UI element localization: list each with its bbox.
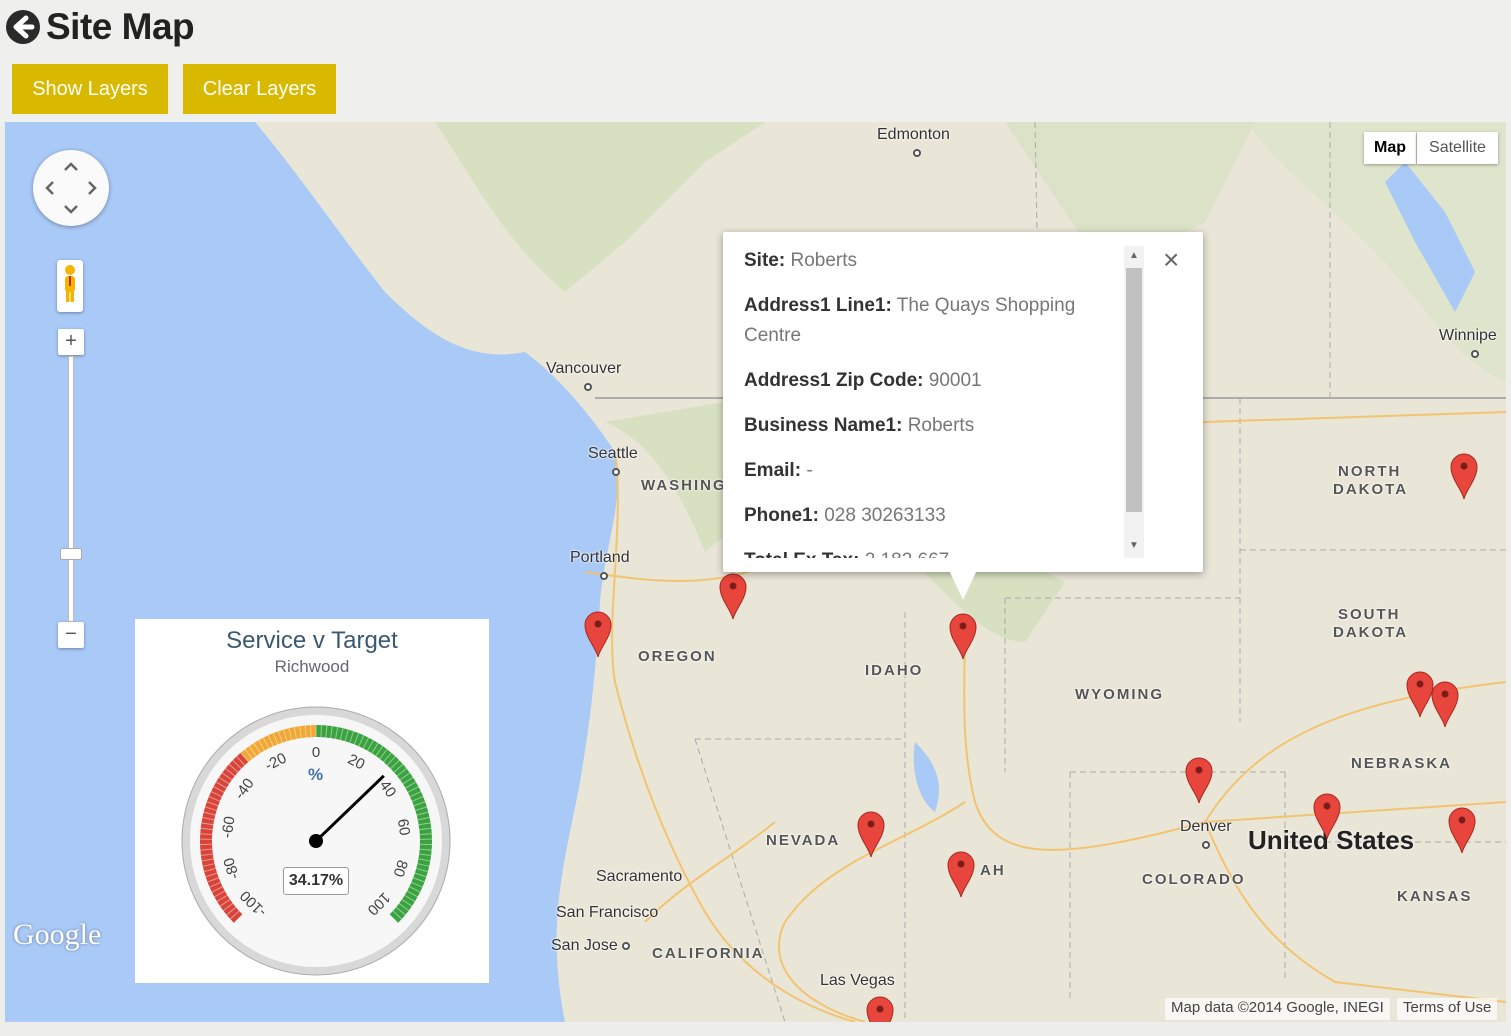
scroll-down-arrow-icon[interactable]: ▼ [1129,540,1139,551]
gauge-unit: % [308,765,324,784]
gauge-tick-label: 60 [394,818,413,837]
info-row-site: Site: Roberts [744,250,857,271]
gauge-pivot [309,834,323,848]
map-attribution: Map data ©2014 Google, INEGI [1165,998,1390,1020]
city-denver: Denver [1180,818,1232,854]
city-edmonton: Edmonton [877,126,950,162]
state-label-idaho: IDAHO [865,662,924,679]
city-san-jose: San Jose [551,937,631,955]
state-label-nebraska: NEBRASKA [1351,755,1453,772]
city-sacramento: Sacramento [596,868,683,885]
street-view-pegman-icon[interactable] [57,260,83,312]
pan-control[interactable] [33,150,109,226]
pan-arrows-icon [45,162,97,214]
clear-layers-button[interactable]: Clear Layers [183,64,336,114]
gauge-dial: -100-80-60-40-20 0 20406080100 [181,706,451,976]
map-marker[interactable] [1447,806,1477,854]
gauge-minor-tick [310,725,312,738]
city-san-francisco: San Francisco [556,904,659,921]
info-row-email: Email: - [744,460,813,481]
map-marker[interactable] [1430,680,1460,728]
state-label-utah: AH [980,862,1006,879]
scrollbar-thumb[interactable] [1126,268,1142,512]
info-row-zip-code: Address1 Zip Code: 90001 [744,370,982,391]
map-marker[interactable] [718,572,748,620]
map-marker[interactable] [583,610,613,658]
gauge-minor-tick [320,725,322,738]
show-layers-button[interactable]: Show Layers [12,64,168,114]
scroll-up-arrow-icon[interactable]: ▲ [1129,250,1139,261]
map-canvas[interactable]: Edmonton Vancouver Seattle Portland Winn… [5,122,1506,1022]
state-label-nevada: NEVADA [766,832,841,849]
city-vancouver: Vancouver [546,360,621,396]
map-type-map-button[interactable]: Map [1364,132,1416,164]
page-header: Site Map Show Layers Clear Layers [0,0,1511,122]
city-las-vegas: Las Vegas [820,972,895,989]
close-icon[interactable]: × [1163,244,1179,276]
info-row-business-name: Business Name1: Roberts [744,415,975,436]
info-row-total-ex-tax: Total Ex Tax: 2,182,667 [744,546,1124,558]
state-label-south-dakota-2: DAKOTA [1333,624,1409,641]
state-label-wyoming: WYOMING [1075,686,1164,703]
state-label-washington: WASHING [641,477,727,494]
zoom-out-button[interactable]: − [58,622,84,648]
state-label-north-dakota-2: DAKOTA [1333,481,1409,498]
map-marker[interactable] [1184,756,1214,804]
info-window-pointer [949,570,977,600]
city-winnipeg: Winnipe [1439,327,1497,363]
info-row-phone: Phone1: 028 30263133 [744,505,946,526]
info-window: Site: Roberts Address1 Line1: The Quays … [723,232,1203,600]
gauge-panel: Service v Target Richwood -100 -80 -60 -40-… [135,619,489,983]
gauge-tick-label: 0 [312,744,320,761]
map-marker[interactable] [1312,792,1342,840]
zoom-slider-handle[interactable] [60,548,82,560]
state-label-colorado: COLORADO [1142,871,1246,888]
google-logo: Google [13,918,102,951]
page-title: Site Map [46,6,195,47]
gauge-tick-label: -60 [218,815,238,839]
map-marker-selected[interactable] [948,612,978,660]
info-row-address-line1: Address1 Line1: The Quays Shopping Centr… [744,295,1076,346]
state-label-california: CALIFORNIA [652,945,765,962]
map-marker[interactable] [1449,452,1479,500]
city-seattle: Seattle [588,445,638,481]
back-arrow-icon[interactable] [6,10,40,44]
map-type-satellite-button[interactable]: Satellite [1417,132,1498,164]
city-portland: Portland [570,549,630,585]
zoom-in-button[interactable]: + [58,329,84,355]
state-label-kansas: KANSAS [1397,888,1473,905]
info-window-scrollbar[interactable]: ▲ ▼ [1124,246,1144,558]
gauge-value-label: 34.17% [283,867,349,895]
state-label-oregon: OREGON [638,648,717,665]
state-label-south-dakota-1: SOUTH [1338,606,1401,623]
map-marker[interactable] [865,995,895,1022]
map-marker[interactable] [946,850,976,898]
zoom-slider-track[interactable] [68,356,74,622]
terms-of-use-link[interactable]: Terms of Use [1397,998,1498,1020]
map-marker[interactable] [856,810,886,858]
info-window-content[interactable]: Site: Roberts Address1 Line1: The Quays … [744,246,1124,558]
state-label-north-dakota-1: NORTH [1338,463,1402,480]
